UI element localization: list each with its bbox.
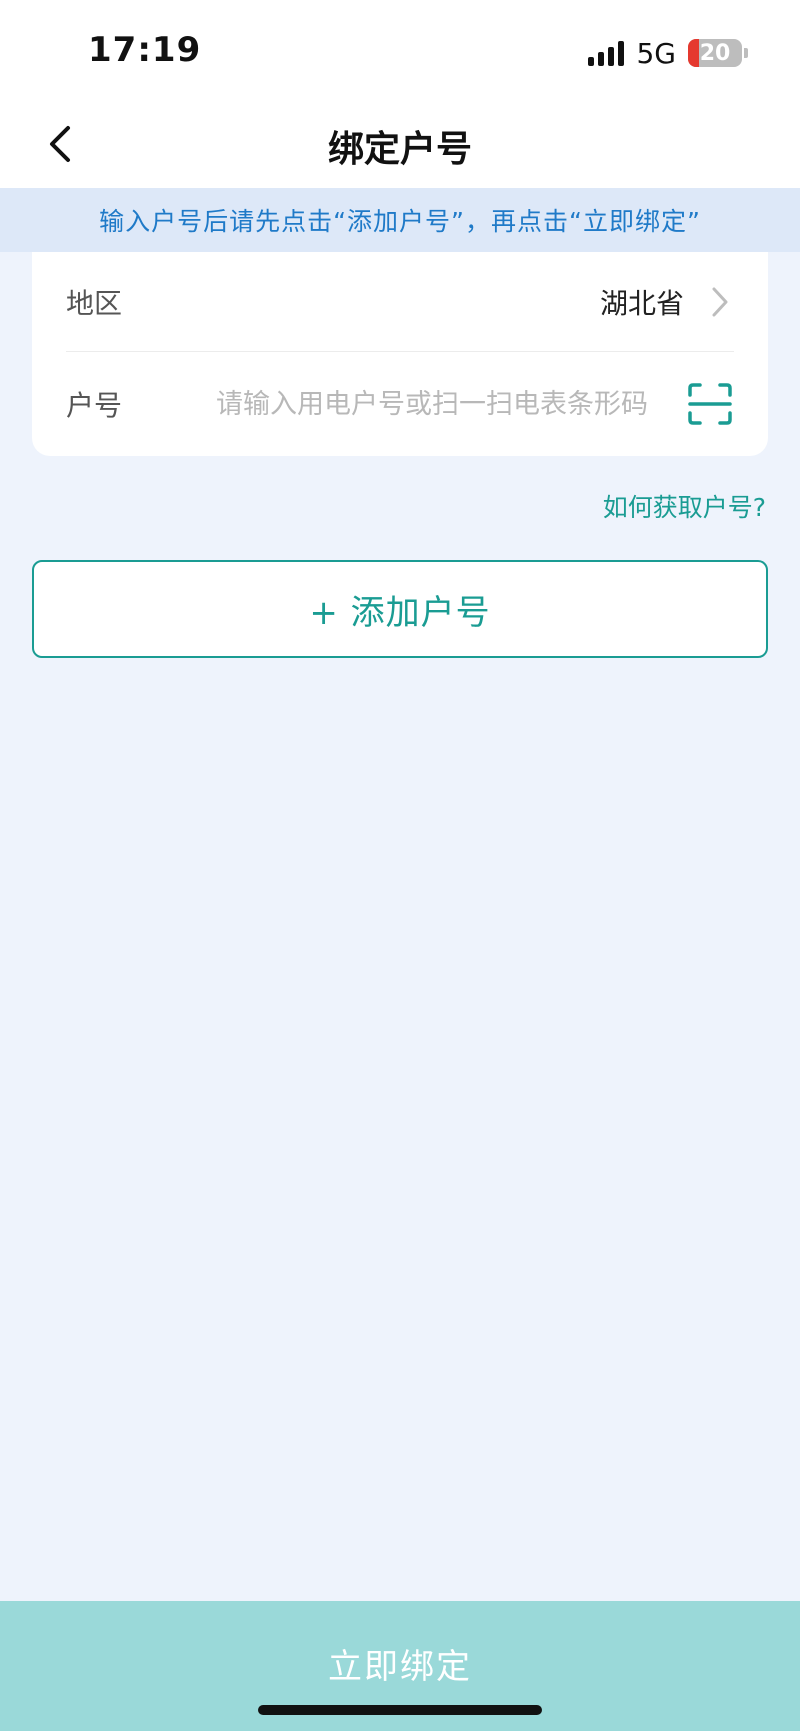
home-indicator (258, 1705, 542, 1715)
battery-level: 20 (699, 40, 731, 66)
page-title: 绑定户号 (327, 129, 472, 170)
chevron-right-icon (706, 287, 734, 316)
account-form-card: 地区 湖北省 户号 (32, 252, 768, 456)
scan-button[interactable] (686, 380, 734, 428)
battery-level-fill (688, 39, 699, 67)
battery-tip (744, 48, 748, 58)
region-value: 湖北省 (599, 286, 684, 320)
battery-icon: 20 (688, 39, 742, 67)
status-time: 17:19 (88, 30, 202, 70)
add-account-label: + 添加户号 (309, 592, 491, 633)
account-number-input[interactable] (216, 388, 686, 420)
add-account-button[interactable]: + 添加户号 (32, 560, 768, 658)
scan-icon (688, 383, 732, 425)
status-bar: 17:19 5G 20 (0, 0, 800, 100)
instruction-text: 输入户号后请先点击“添加户号”，再点击“立即绑定” (99, 207, 701, 236)
region-selector[interactable]: 地区 湖北省 (66, 252, 734, 352)
status-indicators: 5G 20 (588, 36, 748, 70)
bind-now-label: 立即绑定 (328, 1647, 472, 1687)
account-label: 户号 (66, 389, 123, 422)
region-label: 地区 (66, 286, 123, 320)
nav-bar: 绑定户号 (0, 100, 800, 188)
how-to-get-account-link[interactable]: 如何获取户号? (603, 488, 766, 524)
account-row: 户号 (66, 354, 734, 454)
bind-account-screen: 17:19 5G 20 绑定户号 输入户号后请先点击“添加户号”，再点击“立即绑… (0, 0, 800, 1731)
network-type: 5G (636, 36, 676, 70)
signal-icon (588, 40, 625, 66)
instruction-banner: 输入户号后请先点击“添加户号”，再点击“立即绑定” (0, 188, 800, 252)
